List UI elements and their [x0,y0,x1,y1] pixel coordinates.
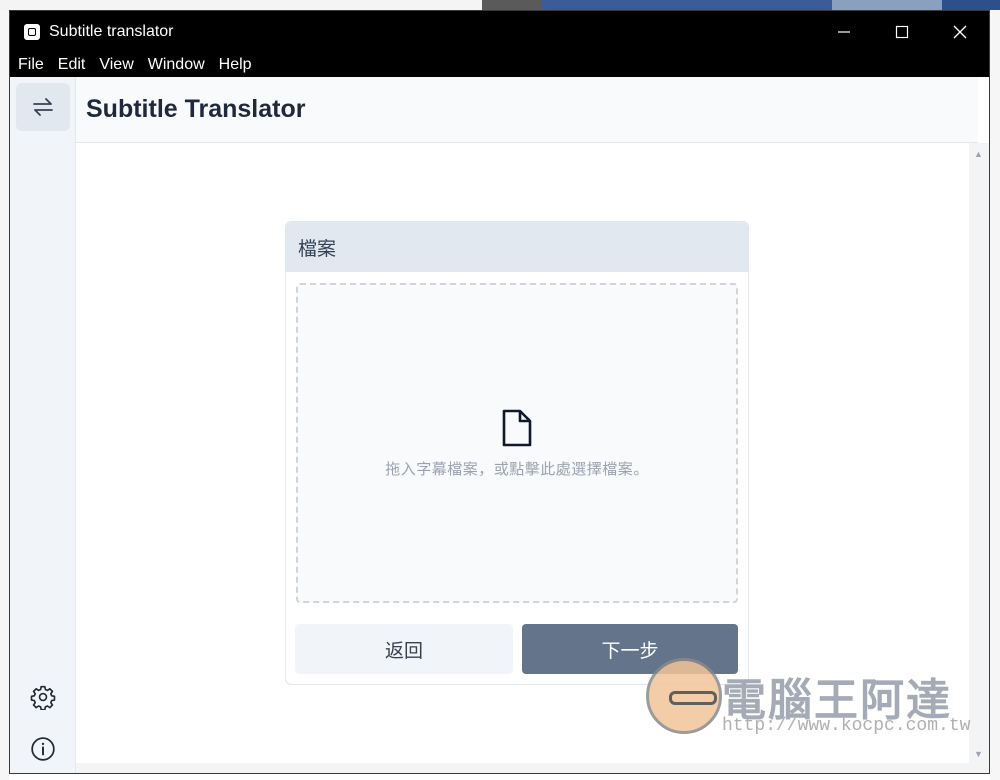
menu-file[interactable]: File [18,56,44,74]
title-bar[interactable]: Subtitle translator [10,11,989,53]
menu-window[interactable]: Window [148,56,205,74]
scroll-down-arrow-icon[interactable]: ▼ [974,749,983,759]
sidebar-item-info[interactable] [16,725,70,773]
dropzone-hint: 拖入字幕檔案，或點擊此處選擇檔案。 [385,460,649,478]
vertical-scrollbar[interactable]: ▲ ▼ [969,143,989,773]
sidebar [10,77,76,773]
desktop-strip [542,0,832,10]
card-title: 檔案 [286,222,748,272]
settings-gear-icon [30,685,56,710]
watermark-url: http://www.kocpc.com.tw [722,716,971,736]
desktop-strip [482,0,542,10]
desktop-background-top [0,0,1000,10]
back-button[interactable]: 返回 [295,624,513,674]
window-title: Subtitle translator [49,23,174,40]
menu-help[interactable]: Help [219,56,252,74]
file-card: 檔案 拖入字幕檔案，或點擊此處選擇檔案。 返回 下一步 [285,221,749,685]
desktop-background-left [0,10,9,780]
sidebar-item-settings[interactable] [16,673,70,721]
window-controls [815,11,989,53]
app-icon [24,24,40,40]
menu-view[interactable]: View [99,56,133,74]
menu-bar: File Edit View Window Help [10,53,989,77]
minimize-button[interactable] [815,11,873,53]
swap-arrows-icon [33,98,53,116]
watermark: 電腦王阿達 http://www.kocpc.com.tw [640,652,970,742]
scroll-up-arrow-icon[interactable]: ▲ [974,149,983,159]
menu-edit[interactable]: Edit [58,56,86,74]
info-icon [31,737,55,761]
page-title: Subtitle Translator [86,95,306,123]
desktop-strip [942,0,1000,10]
page-header: Subtitle Translator [76,77,978,143]
maximize-button[interactable] [873,11,931,53]
horizontal-scrollbar[interactable] [76,763,969,773]
desktop-strip [832,0,942,10]
close-icon [953,25,967,39]
sidebar-item-translate[interactable] [16,83,70,131]
watermark-mascot-icon [646,658,722,734]
maximize-icon [895,25,909,39]
file-icon [502,409,532,446]
mascot-glasses [669,691,717,705]
close-button[interactable] [931,11,989,53]
minimize-icon [838,31,850,33]
desktop-background-right [990,10,1000,780]
file-dropzone[interactable]: 拖入字幕檔案，或點擊此處選擇檔案。 [296,283,738,603]
